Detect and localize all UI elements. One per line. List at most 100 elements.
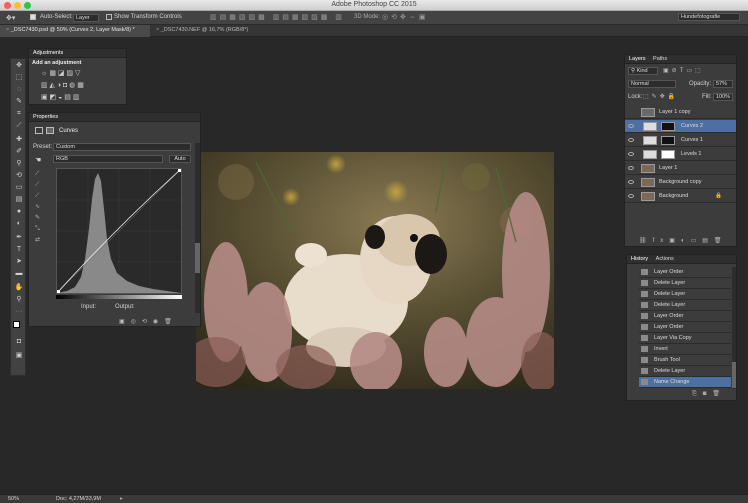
layer-row[interactable]: Layer 1 copy (625, 106, 736, 119)
eyedropper-tool-icon[interactable]: ⟋ (13, 121, 25, 131)
history-item[interactable]: Layer Order (639, 322, 731, 333)
fill-input[interactable]: 100% (713, 93, 733, 101)
history-panel: History Actions Layer Order Delete Layer… (626, 254, 737, 401)
align-icons[interactable]: ▥▤▦▧▨▩ ▥▤▦▧▨▩ ▥ (210, 13, 345, 21)
tab-layers[interactable]: Layers (629, 56, 646, 62)
opacity-input[interactable]: 57% (713, 80, 733, 88)
visibility-eye-icon[interactable] (628, 166, 634, 170)
on-image-adjust-icon[interactable]: ☚ (35, 156, 41, 164)
zoom-level[interactable]: 50% (8, 496, 19, 502)
brush-tool-icon[interactable]: ✐ (13, 147, 25, 157)
eraser-tool-icon[interactable]: ▭ (13, 183, 25, 193)
curves-graph[interactable] (56, 168, 182, 294)
history-item-selected[interactable]: Name Change (639, 377, 731, 388)
history-step-icon (641, 313, 648, 319)
zoom-tool-icon[interactable]: ⚲ (13, 295, 25, 305)
curve-tool-icons[interactable]: ⟋ ⟋ ⟋ ∿ ✎ ⤡ ⇄ (35, 169, 43, 246)
tab-actions[interactable]: Actions (656, 256, 674, 262)
crop-tool-icon[interactable]: ⌗ (13, 109, 25, 119)
properties-footer-icons[interactable]: ▣◎⟲◉🗑 (119, 318, 178, 325)
transform-controls-checkbox[interactable] (106, 14, 112, 20)
history-item[interactable]: Layer Via Copy (639, 333, 731, 344)
pug-photo (196, 152, 554, 389)
doc-tab-1[interactable]: × _DSC7430.psd @ 50% (Curves 2, Layer Ma… (0, 25, 150, 37)
status-menu-icon[interactable]: ▸ (120, 496, 123, 502)
gradient-tool-icon[interactable]: ▤ (13, 195, 25, 205)
document-canvas[interactable] (196, 152, 554, 389)
layer-row[interactable]: Levels 1 (625, 148, 736, 161)
preset-dropdown[interactable]: Custom (53, 143, 191, 151)
auto-select-dropdown[interactable]: Layer (73, 14, 99, 22)
blend-mode-dropdown[interactable]: Normal (628, 80, 676, 88)
foreground-color-swatch[interactable] (13, 321, 20, 328)
history-item[interactable]: Brush Tool (639, 355, 731, 366)
lasso-tool-icon[interactable]: ◌ (13, 85, 25, 95)
dodge-tool-icon[interactable]: ◐ (13, 219, 25, 229)
doc-tab-2[interactable]: × _DSC7430.NEF @ 16,7% (RGB/8*) (150, 25, 260, 37)
move-tool-icon[interactable]: ✥ (13, 61, 25, 71)
layer-thumbnail (641, 192, 655, 201)
filter-icons[interactable]: ▣⊘T▭⬚ (663, 67, 704, 74)
workspace-dropdown[interactable]: Hundefotografie (678, 13, 740, 21)
quick-mask-icon[interactable]: ◘ (13, 337, 25, 347)
visibility-eye-icon[interactable] (628, 124, 634, 128)
layer-row[interactable]: Background 🔒 (625, 190, 736, 203)
history-item[interactable]: Delete Layer (639, 366, 731, 377)
history-brush-icon[interactable]: ⟲ (13, 171, 25, 181)
history-item[interactable]: Layer Order (639, 311, 731, 322)
visibility-eye-icon[interactable] (628, 138, 634, 142)
hand-tool-icon[interactable]: ✋ (13, 283, 25, 293)
app-title: Adobe Photoshop CC 2015 (331, 1, 417, 8)
3d-tool-icons[interactable]: ◎⟲✥⇔▣ (382, 13, 428, 21)
layer-row[interactable]: Curves 1 (625, 134, 736, 147)
layer-mask-thumbnail[interactable] (661, 150, 675, 159)
history-scrollbar[interactable] (732, 267, 736, 389)
layer-row-selected[interactable]: Curves 2 (625, 120, 736, 133)
visibility-eye-icon[interactable] (628, 180, 634, 184)
history-step-icon (641, 291, 648, 297)
history-footer-icons[interactable]: ⎘◙🗑 (692, 390, 726, 398)
visibility-eye-icon[interactable] (628, 194, 634, 198)
auto-select-label: Auto-Select: (40, 14, 73, 20)
channel-dropdown[interactable]: RGB (53, 155, 163, 163)
history-step-icon (641, 368, 648, 374)
pen-tool-icon[interactable]: ✒ (13, 233, 25, 243)
history-item[interactable]: Delete Layer (639, 300, 731, 311)
marquee-tool-icon[interactable]: ⬚ (13, 73, 25, 83)
auto-select-checkbox[interactable] (30, 14, 36, 20)
history-item[interactable]: Invert (639, 344, 731, 355)
move-tool-icon[interactable]: ✥▾ (6, 14, 15, 22)
curves-icon (35, 127, 43, 134)
blur-tool-icon[interactable]: ● (13, 207, 25, 217)
quick-select-tool-icon[interactable]: ✎ (13, 97, 25, 107)
tab-paths[interactable]: Paths (653, 56, 667, 62)
adjustment-icons[interactable]: ☼ ▦ ◪ ▨ ▽ ▥ ◭ ◑ ◘ ◍ ▦ ▣ ◩ ◒ ▤ ▥ (29, 68, 126, 104)
more-tools-icon[interactable]: ··· (13, 307, 25, 317)
stamp-tool-icon[interactable]: ⚲ (13, 159, 25, 169)
history-step-icon (641, 269, 648, 275)
layer-row[interactable]: Background copy (625, 176, 736, 189)
history-item[interactable]: Delete Layer (639, 278, 731, 289)
path-select-tool-icon[interactable]: ➤ (13, 257, 25, 267)
healing-tool-icon[interactable]: ✚ (13, 135, 25, 145)
layers-footer-icons[interactable]: ⛓fx▣◐▭▤🗑 (639, 237, 728, 244)
visibility-eye-icon[interactable] (628, 152, 634, 156)
mask-icon[interactable] (46, 127, 54, 134)
kind-filter-dropdown[interactable]: ⚲ Kind (628, 67, 658, 75)
history-item[interactable]: Layer Order (639, 267, 731, 278)
layer-mask-thumbnail[interactable] (661, 122, 675, 131)
layer-row[interactable]: Layer 1 (625, 162, 736, 175)
status-bar: 50% Doc: 4,27M/33,9M ▸ (0, 494, 748, 503)
properties-scrollbar[interactable] (195, 143, 200, 313)
lock-icons[interactable]: ⬚✎✥🔒 (643, 93, 678, 100)
type-tool-icon[interactable]: T (13, 245, 25, 255)
window-titlebar: Adobe Photoshop CC 2015 (0, 0, 748, 11)
history-item[interactable]: Delete Layer (639, 289, 731, 300)
screen-mode-icon[interactable]: ▣ (13, 351, 25, 361)
auto-button[interactable]: Auto (169, 155, 191, 163)
layer-mask-thumbnail[interactable] (661, 136, 675, 145)
tab-history[interactable]: History (631, 256, 648, 262)
tools-panel: ✥ ⬚ ◌ ✎ ⌗ ⟋ ✚ ✐ ⚲ ⟲ ▭ ▤ ● ◐ ✒ T ➤ ▬ ✋ ⚲ … (10, 58, 26, 376)
shape-tool-icon[interactable]: ▬ (13, 269, 25, 279)
adjustments-subtitle: Add an adjustment (32, 60, 82, 66)
